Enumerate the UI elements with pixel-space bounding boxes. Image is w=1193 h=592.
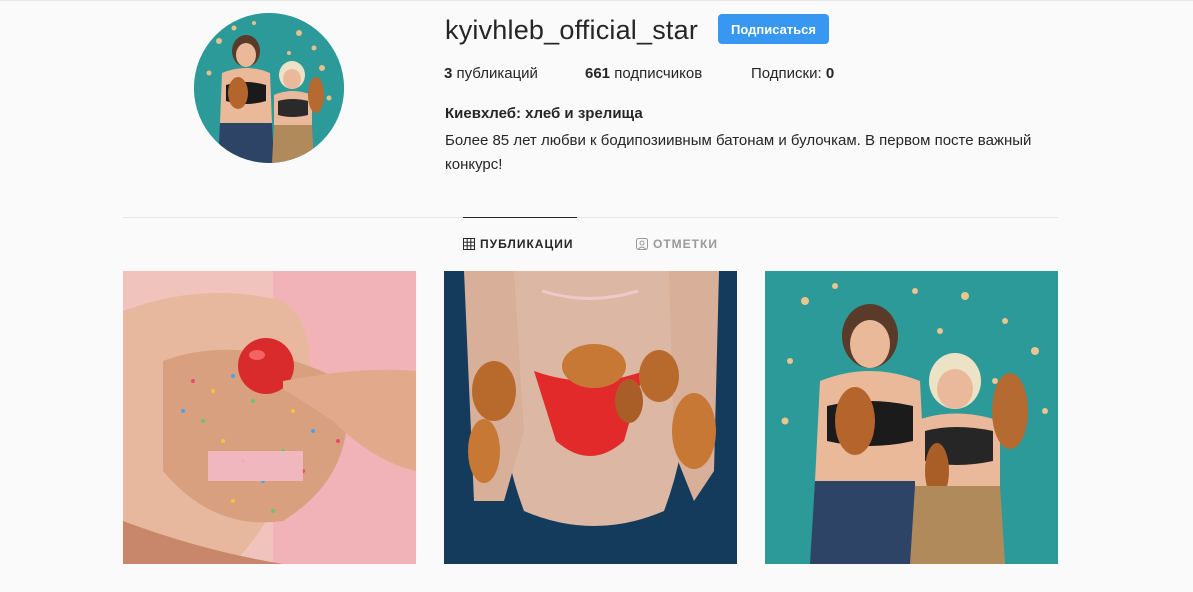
post-thumbnail[interactable] (444, 271, 737, 564)
avatar-image (194, 13, 344, 163)
follow-button[interactable]: Подписаться (718, 14, 829, 44)
profile-avatar[interactable] (194, 13, 344, 163)
tab-tagged-label: ОТМЕТКИ (653, 237, 718, 251)
posts-count: 3 (444, 65, 453, 82)
following-count: 0 (825, 65, 835, 82)
posts-label: публикаций (456, 65, 538, 82)
followers-count: 661 (585, 65, 611, 82)
profile-username: kyivhleb_official_star (445, 15, 699, 45)
post-thumbnail[interactable] (123, 271, 416, 564)
active-tab-indicator (463, 217, 577, 218)
bio-text: Более 85 лет любви к бодипозиивным батон… (445, 132, 1032, 173)
stat-posts: 3 публикаций (444, 65, 538, 82)
stat-following[interactable]: Подписки: 0 (751, 65, 834, 82)
tabs-divider (123, 217, 1058, 218)
tagged-icon (636, 238, 648, 250)
grid-icon (463, 238, 475, 250)
photo-bread-back (444, 271, 737, 564)
photo-two-women-bread (765, 271, 1058, 564)
following-label: Подписки: (751, 65, 822, 82)
followers-label: подписчиков (614, 65, 703, 82)
tab-posts-label: ПУБЛИКАЦИИ (480, 237, 574, 251)
profile-page: kyivhleb_official_star Подписаться 3 пуб… (0, 0, 1193, 592)
photo-sprinkles-apple (123, 271, 416, 564)
post-thumbnail[interactable] (765, 271, 1058, 564)
tab-posts[interactable]: ПУБЛИКАЦИИ (463, 237, 573, 251)
stat-followers[interactable]: 661 подписчиков (585, 65, 702, 82)
tab-tagged[interactable]: ОТМЕТКИ (636, 237, 718, 251)
bio-name: Киевхлеб: хлеб и зрелища (445, 105, 643, 122)
